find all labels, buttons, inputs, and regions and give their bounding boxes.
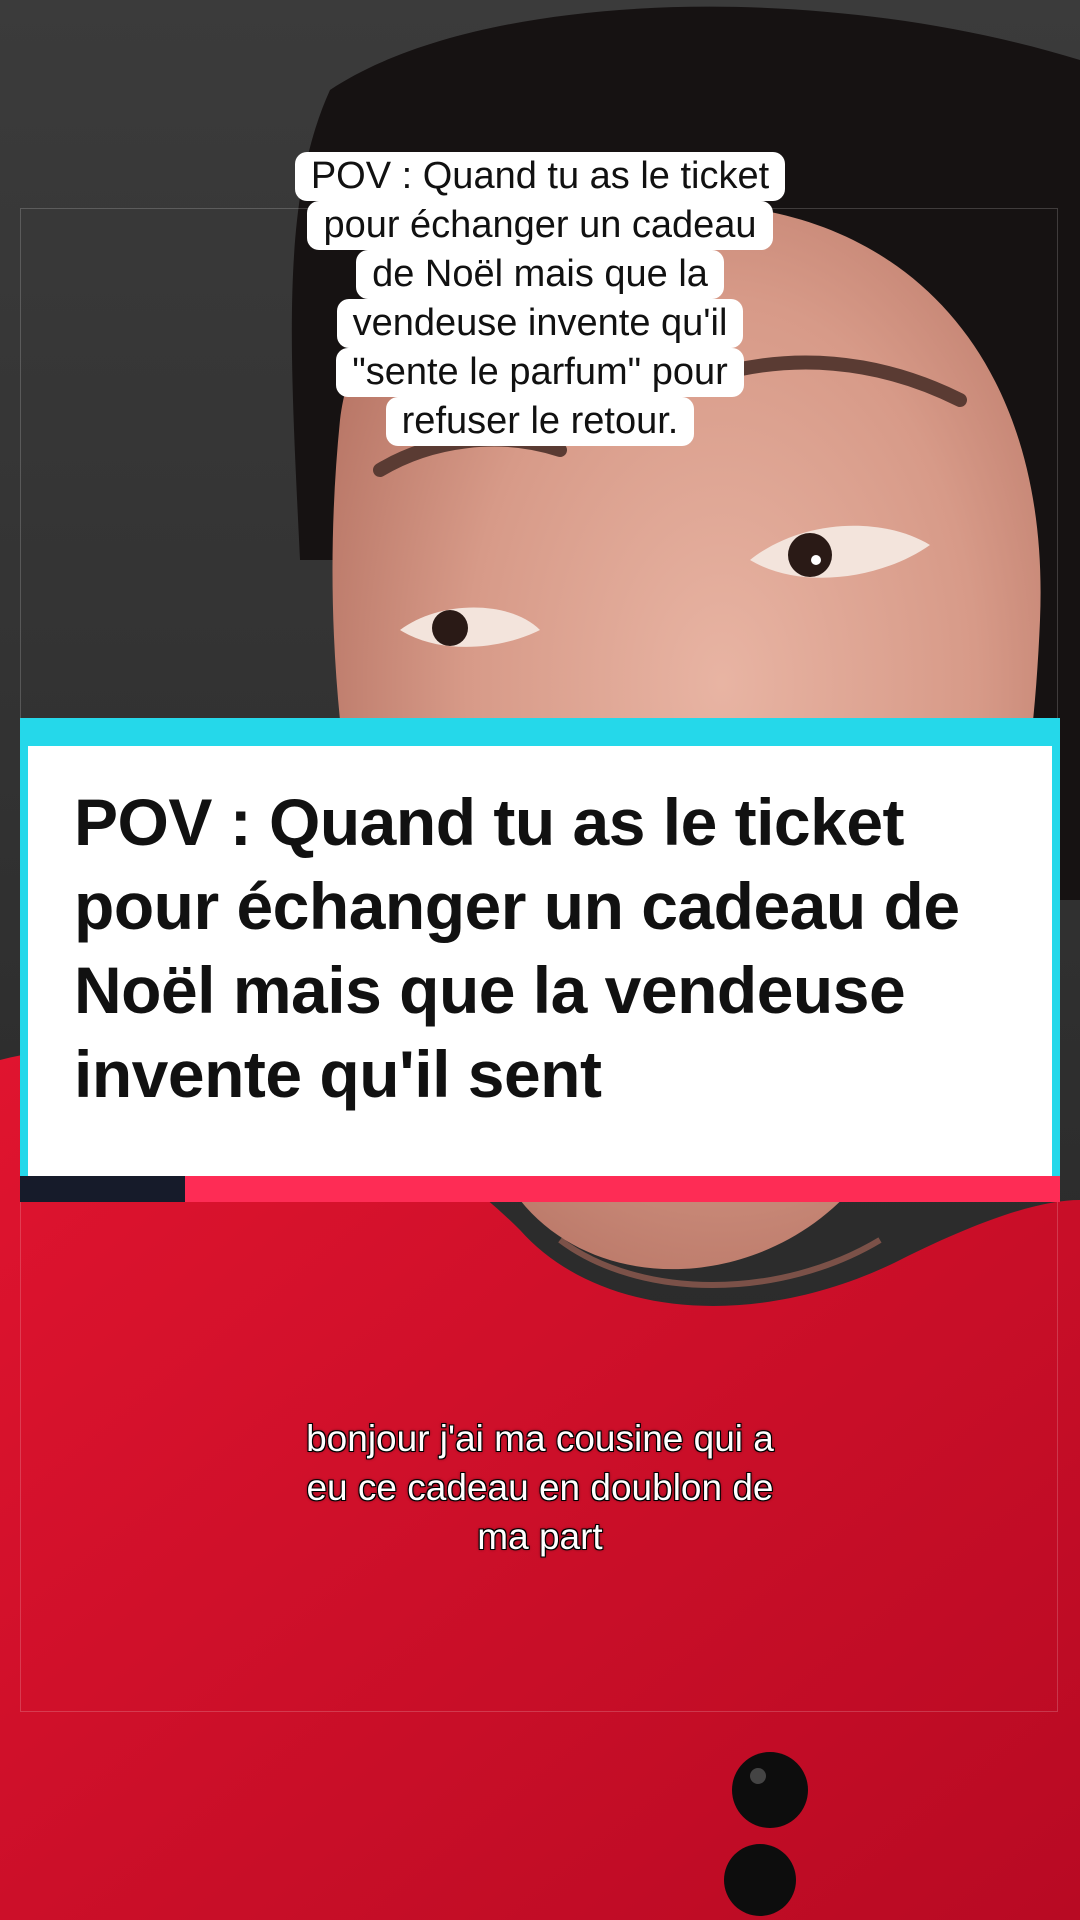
title-card-panel: POV : Quand tu as le ticket pour échange…: [28, 746, 1052, 1176]
headline-line: Noël mais que la vendeuse: [74, 953, 906, 1027]
subtitle-line: eu ce cadeau en doublon de: [305, 1466, 774, 1509]
title-card-right-border: [1052, 746, 1060, 1176]
title-card-top-bar: [20, 718, 1060, 746]
title-card-left-border: [20, 746, 28, 1176]
title-card-bottom-bar: [20, 1176, 1060, 1202]
headline-line: invente qu'il sent: [74, 1037, 602, 1111]
title-card-headline: POV : Quand tu as le ticket pour échange…: [74, 780, 1008, 1116]
top-caption-line: pour échanger un cadeau: [307, 201, 773, 250]
title-card: POV : Quand tu as le ticket pour échange…: [20, 718, 1060, 1202]
title-card-bottom-bar-dark-segment: [20, 1176, 185, 1202]
top-caption: POV : Quand tu as le ticket pour échange…: [0, 152, 1080, 446]
subtitle-line: ma part: [476, 1515, 603, 1558]
top-caption-line: POV : Quand tu as le ticket: [294, 152, 786, 201]
subtitle-line: bonjour j'ai ma cousine qui a: [305, 1417, 775, 1460]
headline-line: POV : Quand tu as le ticket: [74, 785, 905, 859]
headline-line: pour échanger un cadeau de: [74, 869, 960, 943]
spoken-subtitle: bonjour j'ai ma cousine qui a eu ce cade…: [0, 1414, 1080, 1561]
top-caption-line: de Noël mais que la: [356, 250, 724, 299]
top-caption-line: "sente le parfum" pour: [336, 348, 744, 397]
top-caption-line: vendeuse invente qu'il: [336, 299, 744, 348]
top-caption-line: refuser le retour.: [385, 397, 695, 446]
